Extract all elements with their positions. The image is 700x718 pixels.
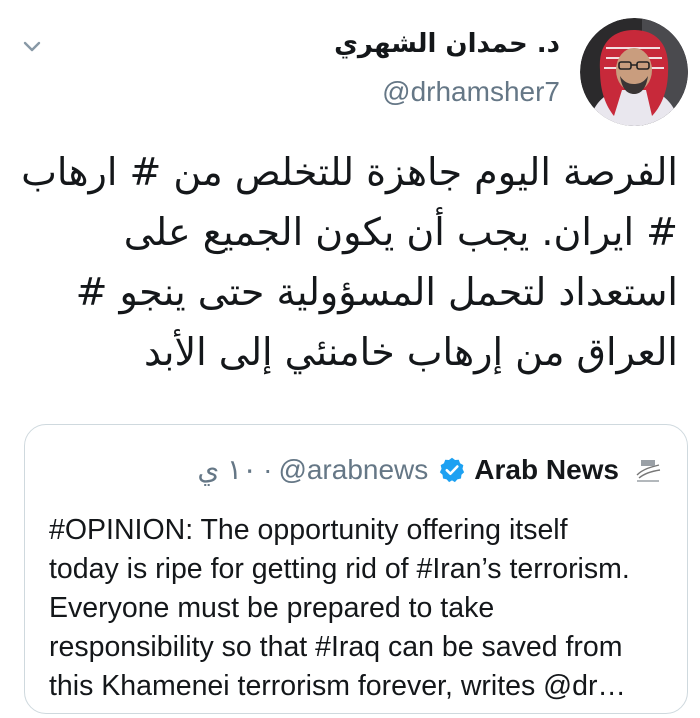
tweet-text: الفرصة اليوم جاهزة للتخلص من # ارهاب # ا…	[18, 142, 678, 382]
quoted-text-line: this Khamenei terrorism forever, writes …	[49, 670, 626, 702]
quoted-text-line: #OPINION: The opportunity offering itsel…	[49, 514, 568, 546]
quoted-author-handle[interactable]: @arabnews	[278, 454, 428, 486]
verified-badge-icon	[440, 457, 465, 482]
quoted-tweet[interactable]: Arab News @arabnews · ١٠ ي #OPINION: The…	[24, 424, 688, 714]
arab-news-logo-icon	[633, 454, 663, 485]
author-handle[interactable]: @drhamsher7	[334, 76, 560, 108]
quoted-text-line: today is ripe for getting rid of #Iran’s…	[49, 553, 630, 585]
quoted-tweet-header: Arab News @arabnews · ١٠ ي	[197, 453, 663, 486]
quoted-text-line: Everyone must be prepared to take	[49, 592, 495, 624]
tweet-text-line: العراق من إرهاب خامنئي إلى الأبد	[143, 330, 678, 374]
profile-photo	[580, 18, 688, 126]
author-name[interactable]: د. حمدان الشهري	[334, 26, 560, 62]
quoted-timestamp[interactable]: ١٠ ي	[197, 453, 257, 486]
separator-dot: ·	[263, 453, 273, 485]
tweet-text-line: استعداد لتحمل المسؤولية حتى ينجو #	[75, 270, 678, 314]
avatar[interactable]	[580, 18, 688, 126]
chevron-down-icon[interactable]	[22, 36, 42, 56]
tweet-text-line: # ايران. يجب أن يكون الجميع على	[123, 210, 678, 254]
quoted-tweet-text: #OPINION: The opportunity offering itsel…	[49, 511, 679, 706]
quoted-text-line: responsibility so that #Iraq can be save…	[49, 631, 623, 663]
quoted-author-name[interactable]: Arab News	[474, 454, 619, 486]
tweet-text-line: الفرصة اليوم جاهزة للتخلص من # ارهاب	[21, 150, 678, 194]
tweet-author[interactable]: د. حمدان الشهري @drhamsher7	[334, 26, 560, 108]
